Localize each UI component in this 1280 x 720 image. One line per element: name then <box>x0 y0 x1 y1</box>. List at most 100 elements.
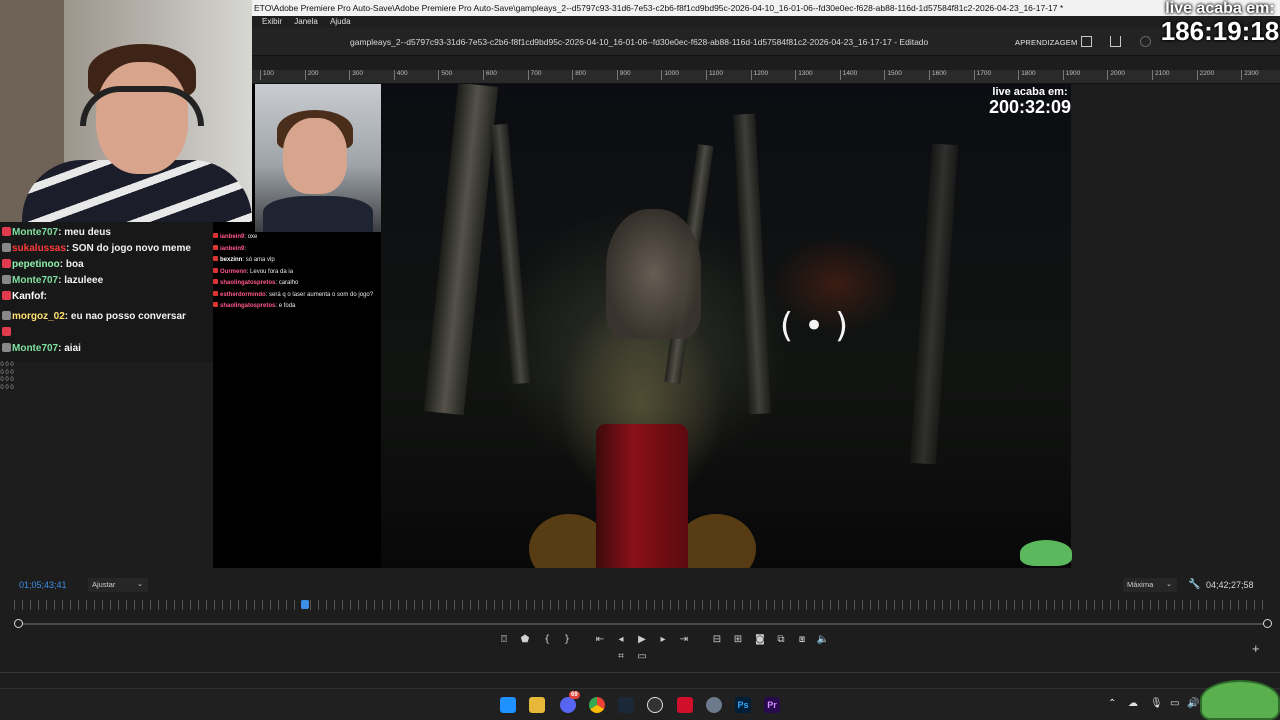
monitor-icon[interactable]: ▭ <box>1170 698 1179 709</box>
chat-text: lazuleee <box>64 275 104 286</box>
safe-margins-icon[interactable]: ⌗ <box>614 650 628 664</box>
audio-meter-strip: 0 0 0 0 0 0 0 0 0 0 0 0 <box>0 362 14 391</box>
premiere-icon[interactable]: Pr <box>764 697 780 713</box>
inner-chat-message: ianbein9: oxe <box>213 232 381 244</box>
chat-message <box>2 326 12 340</box>
inner-chat-message: shaolingatospretos: caralho <box>213 278 381 290</box>
ruler-tick-label: 800 <box>572 70 586 80</box>
zoom-scrollbar[interactable] <box>18 623 1268 625</box>
chat-text: Levou fora da ia <box>250 268 294 275</box>
stream-timer-label: live acaba em: <box>1165 0 1275 17</box>
ruler-tick-label: 700 <box>527 70 541 80</box>
comparison-icon[interactable]: ⧉ <box>774 633 788 647</box>
go-to-in-icon[interactable]: ⇤ <box>593 633 607 647</box>
ruler-tick-label: 1000 <box>661 70 679 80</box>
chat-badge-icon <box>213 244 218 250</box>
menu-item-exibir[interactable]: Exibir <box>262 16 282 28</box>
menu-item-ajuda[interactable]: Ajuda <box>330 16 350 28</box>
export-frame-icon[interactable]: ◙ <box>753 633 767 647</box>
crosshair-icon: ( • ) <box>779 306 849 346</box>
chat-text: aiai <box>64 343 81 354</box>
go-to-out-icon[interactable]: ⇥ <box>677 633 691 647</box>
chat-username: Kanfof <box>12 291 44 302</box>
marker-in-icon[interactable]: ⌼ <box>497 633 511 647</box>
discord-notification-badge: 69 <box>569 691 580 699</box>
step-back-icon[interactable]: ◂ <box>614 633 628 647</box>
obs-icon[interactable] <box>647 697 663 713</box>
recorder-icon[interactable] <box>677 697 693 713</box>
chat-badge-icon <box>213 302 218 307</box>
file-explorer-icon[interactable] <box>529 697 545 713</box>
mark-in-icon[interactable]: { <box>540 633 554 647</box>
chat-badge-icon <box>2 227 11 236</box>
ruler-tick-label: 1700 <box>973 70 991 80</box>
chat-badge-icon <box>2 291 11 300</box>
chat-text: meu deus <box>64 227 111 238</box>
settings-icon[interactable] <box>706 697 722 713</box>
windows-start-icon[interactable] <box>500 697 516 713</box>
chat-badge-icon <box>213 233 218 238</box>
chat-username: Monte707 <box>12 275 59 286</box>
chat-badge-icon <box>213 279 218 284</box>
multicam-icon[interactable]: ⧆ <box>795 633 809 647</box>
chat-message: Monte707: aiai <box>2 342 81 356</box>
speaker-icon[interactable]: 🔊 <box>1187 698 1199 709</box>
playhead-handle[interactable] <box>301 600 310 609</box>
tray-chevron-up-icon[interactable]: ⌃ <box>1108 698 1116 709</box>
frog-emote-icon <box>1200 680 1280 720</box>
mark-out-icon[interactable]: } <box>560 633 574 647</box>
wrench-icon[interactable]: 🔧 <box>1188 579 1200 590</box>
menu-bar: Exibir Janela Ajuda <box>252 16 1280 28</box>
fullscreen-icon[interactable]: ▭ <box>635 650 649 664</box>
marker-icon[interactable]: ⬟ <box>518 633 532 647</box>
step-forward-icon[interactable]: ▸ <box>656 633 670 647</box>
workspaces-icon[interactable] <box>1081 36 1092 47</box>
overwrite-icon[interactable]: ⊞ <box>731 633 745 647</box>
chat-username: pepetinoo <box>12 259 60 270</box>
inner-chat-message: shaolingatospretos: e foda <box>213 301 381 313</box>
button-editor-add-icon[interactable]: + <box>1252 641 1260 656</box>
chat-text: oxe <box>247 234 258 240</box>
inner-chat-message: Ourmenn: Levou fora da ia <box>213 267 381 279</box>
insert-icon[interactable]: ⊟ <box>710 633 724 647</box>
inner-chat-message: estherdormindo: será q o laser aumenta o… <box>213 290 381 302</box>
ruler-tick-label: 2000 <box>1107 70 1125 80</box>
volume-icon[interactable]: 🔈 <box>816 633 830 647</box>
chrome-icon[interactable] <box>589 697 605 713</box>
microphone-icon[interactable]: 🎙 <box>1150 698 1163 709</box>
chat-text: SON do jogo novo meme <box>72 243 191 254</box>
ruler-tick-label: 1300 <box>795 70 813 80</box>
pixel-ruler: 100 200 300 400 500 600 700 800 900 1000 1100 1200 1… <box>252 70 1280 84</box>
document-title: gampleays_2--d5797c93-31d6-7e53-c2b6-f8f… <box>350 37 929 47</box>
chat-text: só ama vlp <box>245 257 275 263</box>
zoom-fit-select[interactable]: Ajustar ⌄ <box>88 578 148 592</box>
chat-message: sukalussas: SON do jogo novo meme <box>2 242 191 256</box>
chat-username: estherdormindo <box>220 291 266 298</box>
share-icon[interactable] <box>1110 36 1121 47</box>
playhead-timecode[interactable]: 01;05;43;41 <box>19 580 67 590</box>
game-footage: ( • ) <box>381 84 1071 568</box>
steam-icon[interactable] <box>618 697 634 713</box>
discord-icon[interactable]: 69 <box>560 691 580 713</box>
chat-text: caralho <box>278 280 299 286</box>
playback-resolution-select[interactable]: Máxima ⌄ <box>1123 578 1177 592</box>
photoshop-icon[interactable]: Ps <box>735 697 751 713</box>
zoom-scrollbar-end-handle[interactable] <box>1263 619 1272 628</box>
progress-icon <box>1140 36 1151 47</box>
ruler-tick-label: 300 <box>349 70 363 80</box>
chat-text: será q o laser aumenta o som do jogo? <box>269 291 374 298</box>
cloud-icon[interactable]: ☁ <box>1128 698 1138 709</box>
ruler-tick-label: 1400 <box>839 70 857 80</box>
menu-item-janela[interactable]: Janela <box>294 16 318 28</box>
chat-username: shaolingatospretos <box>220 280 276 286</box>
play-icon[interactable]: ▶ <box>635 633 649 647</box>
ruler-tick-label: 2300 <box>1241 70 1259 80</box>
ruler-tick-label: 600 <box>483 70 497 80</box>
time-ruler[interactable] <box>14 600 1270 610</box>
workspace-tab-learning[interactable]: APRENDIZAGEM <box>1015 38 1077 47</box>
zoom-scrollbar-start-handle[interactable] <box>14 619 23 628</box>
chat-message: Monte707: meu deus <box>2 226 111 240</box>
headset-icon <box>80 86 204 126</box>
inner-stream-timer: live acaba em: 200:32:09 <box>988 86 1072 117</box>
panel-divider <box>0 672 1280 673</box>
